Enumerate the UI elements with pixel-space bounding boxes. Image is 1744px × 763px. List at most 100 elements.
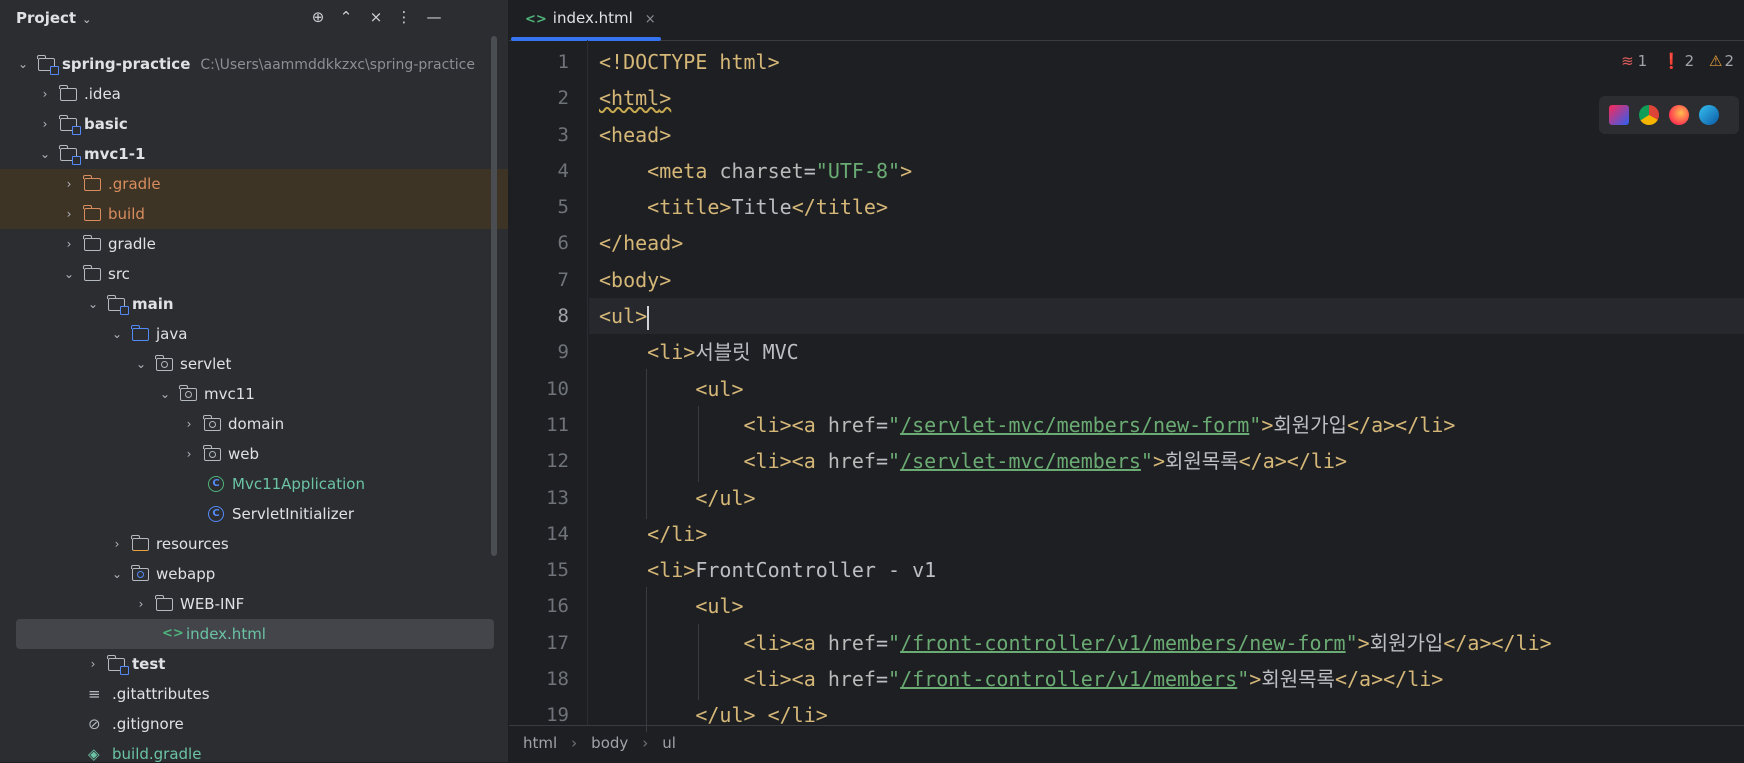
tree-item-web[interactable]: › web: [0, 439, 508, 469]
chevron-right-icon[interactable]: ›: [38, 79, 52, 109]
code-line-current[interactable]: <ul>: [589, 298, 1744, 335]
inspection-widget[interactable]: ≋ 1 ❗ 2 ⚠ 2: [1621, 52, 1744, 70]
chevron-right-icon[interactable]: ›: [182, 409, 196, 439]
code-line[interactable]: </head>: [589, 225, 1744, 261]
resources-folder-icon: [131, 535, 150, 552]
code-line[interactable]: <li><a href="/front-controller/v1/member…: [589, 625, 1744, 661]
chevron-down-icon[interactable]: ⌄: [16, 49, 30, 79]
tree-item-servlet[interactable]: ⌄ servlet: [0, 349, 508, 379]
tree-item-spring-practice[interactable]: ⌄ spring-practice C:\Users\aammddkkzxc\sp…: [0, 49, 508, 79]
chevron-right-icon[interactable]: ›: [182, 439, 196, 469]
chevron-right-icon[interactable]: ›: [62, 199, 76, 229]
tree-item-basic[interactable]: › basic: [0, 109, 508, 139]
line-number-gutter[interactable]: 1 2 3 4 5 6 7 8 9 10 11 12 13 14 15 16 1…: [509, 44, 587, 734]
hide-icon[interactable]: —: [423, 6, 445, 28]
gutter-divider: [587, 40, 588, 725]
chevron-right-icon[interactable]: ›: [86, 649, 100, 679]
chevron-right-icon[interactable]: ›: [110, 529, 124, 559]
chevron-right-icon[interactable]: ›: [62, 169, 76, 199]
line-number: 16: [546, 595, 569, 618]
tree-item-gitattributes[interactable]: ≡ .gitattributes: [0, 679, 508, 709]
tree-item-mvc11[interactable]: ⌄ mvc11: [0, 379, 508, 409]
tree-item-web-inf[interactable]: › WEB-INF: [0, 589, 508, 619]
tree-item-build[interactable]: › build: [0, 199, 508, 229]
code-line[interactable]: <li>FrontController - v1: [589, 552, 1744, 588]
chevron-down-icon[interactable]: ⌄: [38, 139, 52, 169]
code-line[interactable]: <li><a href="/servlet-mvc/members">회원목록<…: [589, 443, 1744, 479]
tree-item-test[interactable]: › test: [0, 649, 508, 679]
code-line[interactable]: <ul>: [589, 371, 1744, 407]
project-scrollbar[interactable]: [491, 36, 497, 556]
tab-index-html[interactable]: <> index.html ×: [509, 0, 672, 41]
chevron-right-icon[interactable]: ›: [134, 589, 148, 619]
line-number: 2: [557, 87, 569, 110]
code-line[interactable]: <title>Title</title>: [589, 189, 1744, 225]
collapse-all-icon[interactable]: ⨯: [365, 6, 387, 28]
module-folder-icon: [107, 655, 129, 675]
typo-count: 1: [1637, 52, 1648, 70]
edge-icon[interactable]: [1699, 105, 1719, 125]
chevron-down-icon: ⌄: [82, 13, 92, 26]
code-line[interactable]: <body>: [589, 262, 1744, 298]
chevron-down-icon[interactable]: ⌄: [62, 259, 76, 289]
tree-item-index-html[interactable]: <> index.html: [16, 619, 494, 649]
folder-icon: [83, 235, 102, 252]
chevron-down-icon[interactable]: ⌄: [134, 349, 148, 379]
tree-item-main[interactable]: ⌄ main: [0, 289, 508, 319]
tree-item-build-gradle[interactable]: ◈ build.gradle: [0, 739, 508, 762]
project-header: Project ⌄ ⊕ ⌃ ⨯ ⋮ —: [0, 0, 508, 36]
code-line[interactable]: <meta charset="UTF-8">: [589, 153, 1744, 189]
tree-item-mvc1-1[interactable]: ⌄ mvc1-1: [0, 139, 508, 169]
line-number: 14: [546, 522, 569, 545]
tree-item-idea[interactable]: › .idea: [0, 79, 508, 109]
breadcrumb-item[interactable]: body: [591, 734, 628, 752]
module-folder-icon: [59, 115, 81, 135]
code-line[interactable]: <html>: [589, 80, 1744, 116]
close-icon[interactable]: ×: [645, 12, 656, 27]
tree-item-webapp[interactable]: ⌄ webapp: [0, 559, 508, 589]
line-number: 17: [546, 631, 569, 654]
code-line[interactable]: <li><a href="/front-controller/v1/member…: [589, 661, 1744, 697]
locate-icon[interactable]: ⊕: [307, 6, 329, 28]
tree-item-resources[interactable]: › resources: [0, 529, 508, 559]
chevron-down-icon[interactable]: ⌄: [110, 319, 124, 349]
line-number: 7: [557, 268, 569, 291]
tree-item-domain[interactable]: › domain: [0, 409, 508, 439]
chevron-down-icon[interactable]: ⌄: [158, 379, 172, 409]
code-line[interactable]: </ul>: [589, 480, 1744, 516]
chevron-right-icon[interactable]: ›: [62, 229, 76, 259]
expand-all-icon[interactable]: ⌃: [335, 6, 357, 28]
browser-preview-bar: [1599, 96, 1739, 134]
excluded-folder-icon: [83, 205, 102, 222]
chevron-right-icon[interactable]: ›: [38, 109, 52, 139]
warning-icon: ⚠: [1709, 52, 1723, 70]
code-area[interactable]: <!DOCTYPE html> <html> <head> <meta char…: [589, 44, 1744, 734]
breadcrumb-item[interactable]: ul: [662, 734, 676, 752]
line-number: 15: [546, 559, 569, 582]
tree-item-gradle[interactable]: › gradle: [0, 229, 508, 259]
code-line[interactable]: </li>: [589, 516, 1744, 552]
firefox-icon[interactable]: [1669, 105, 1689, 125]
code-line[interactable]: <head>: [589, 117, 1744, 153]
tree-item-src[interactable]: ⌄ src: [0, 259, 508, 289]
options-icon[interactable]: ⋮: [393, 6, 415, 28]
module-folder-icon: [107, 295, 129, 315]
tree-item-java[interactable]: ⌄ java: [0, 319, 508, 349]
tree-item-gitignore[interactable]: ⊘ .gitignore: [0, 709, 508, 739]
code-line[interactable]: <!DOCTYPE html>: [589, 44, 1744, 80]
tree-item-gradle-cache[interactable]: › .gradle: [0, 169, 508, 199]
chevron-down-icon[interactable]: ⌄: [86, 289, 100, 319]
tree-item-servletinitializer[interactable]: C ServletInitializer: [0, 499, 508, 529]
intellij-icon[interactable]: [1609, 105, 1629, 125]
chrome-icon[interactable]: [1639, 105, 1659, 125]
project-view-selector[interactable]: Project ⌄: [16, 9, 91, 27]
tree-item-mvc11application[interactable]: C Mvc11Application: [0, 469, 508, 499]
code-line[interactable]: <ul>: [589, 588, 1744, 624]
line-number: 4: [557, 159, 569, 182]
chevron-down-icon[interactable]: ⌄: [110, 559, 124, 589]
breadcrumb-item[interactable]: html: [523, 734, 557, 752]
code-line[interactable]: <li><a href="/servlet-mvc/members/new-fo…: [589, 407, 1744, 443]
line-number: 18: [546, 668, 569, 691]
code-line[interactable]: <li>서블릿 MVC: [589, 334, 1744, 370]
active-tab-indicator: [511, 37, 661, 41]
